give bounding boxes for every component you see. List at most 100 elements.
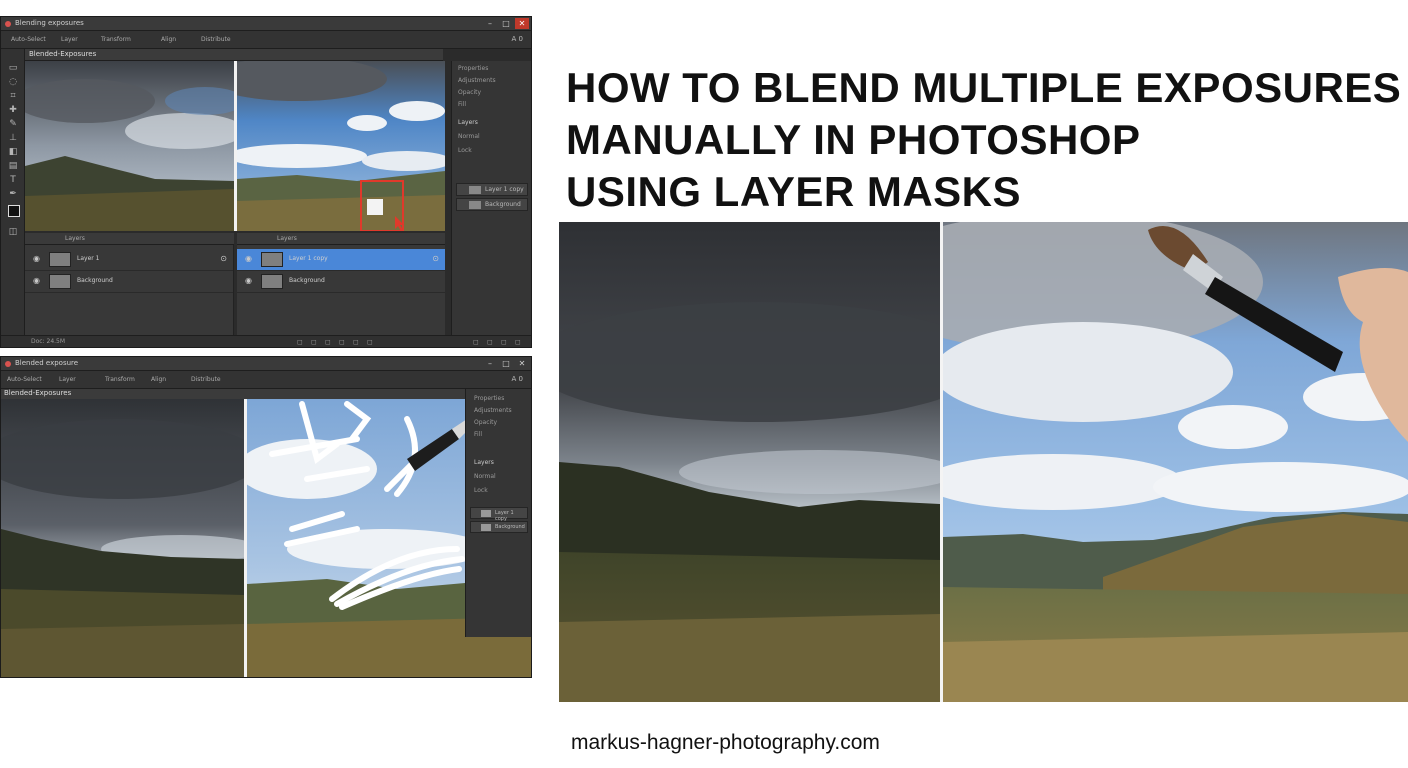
- layer-name: Background: [485, 201, 521, 208]
- brush-tool-icon[interactable]: ✎: [8, 119, 18, 129]
- article-headline: HOW TO BLEND MULTIPLE EXPOSURES MANUALLY…: [566, 62, 1401, 218]
- layers-panel-left: ◉ Layer 1 ⊙ ◉ Background: [25, 245, 234, 337]
- text-tool-icon[interactable]: T: [8, 175, 18, 185]
- status-text: Doc: 24.5M: [31, 338, 66, 345]
- photoshop-screenshot-bottom: Blended exposure – □ ✕ Auto-Select Layer…: [0, 356, 532, 678]
- document-tab[interactable]: Blended-Exposures: [29, 50, 96, 58]
- trash-icon[interactable]: ◻: [367, 338, 373, 346]
- new-layer-icon[interactable]: ◻: [353, 338, 359, 346]
- window-title: Blending exposures: [15, 19, 84, 27]
- document-tab[interactable]: Blended-Exposures: [4, 389, 71, 397]
- close-button[interactable]: ✕: [515, 18, 529, 29]
- panel-row-opacity[interactable]: Opacity: [458, 89, 481, 96]
- option-distribute[interactable]: Distribute: [191, 376, 221, 383]
- panel-layer-row[interactable]: Background: [456, 198, 528, 211]
- layer-name: Background: [77, 277, 113, 284]
- folder-icon[interactable]: ◻: [339, 338, 345, 346]
- maximize-button[interactable]: □: [499, 358, 513, 369]
- panel-icon[interactable]: ◻: [501, 338, 507, 346]
- option-layer[interactable]: Layer: [61, 36, 78, 43]
- panel-row-layers[interactable]: Layers: [458, 119, 478, 126]
- gradient-tool-icon[interactable]: ▤: [8, 161, 18, 171]
- eye-icon[interactable]: ◉: [245, 276, 252, 285]
- mask-icon[interactable]: ◻: [311, 338, 317, 346]
- pen-tool-icon[interactable]: ✒: [8, 189, 18, 199]
- link-icon: ⊙: [220, 254, 227, 263]
- panel-icon[interactable]: ◻: [487, 338, 493, 346]
- layer-thumbnail: [469, 186, 481, 194]
- layer-name: Layer 1 copy: [289, 255, 328, 262]
- options-bar: Auto-Select Layer Transform Align Distri…: [1, 371, 531, 389]
- panel-row-properties[interactable]: Properties: [458, 65, 488, 72]
- move-tool-icon[interactable]: ▭: [8, 63, 18, 73]
- panel-row-lock[interactable]: Lock: [474, 487, 488, 494]
- fx-icon[interactable]: ◻: [297, 338, 303, 346]
- layer-row[interactable]: ◉ Background: [25, 271, 233, 293]
- option-auto-select[interactable]: Auto-Select: [7, 376, 42, 383]
- option-distribute[interactable]: Distribute: [201, 36, 231, 43]
- panel-row-opacity[interactable]: Opacity: [474, 419, 497, 426]
- layers-header-label: Layers: [65, 235, 85, 242]
- status-bar: Doc: 24.5M ◻ ◻ ◻ ◻ ◻ ◻ ◻ ◻ ◻ ◻: [1, 335, 531, 347]
- headline-line: MANUALLY IN PHOTOSHOP: [566, 116, 1141, 163]
- option-layer[interactable]: Layer: [59, 376, 76, 383]
- panel-layer-row[interactable]: Layer 1 copy: [470, 507, 528, 522]
- canvas-bright-exposure[interactable]: [237, 61, 445, 231]
- layer-name: Background: [289, 277, 325, 284]
- maximize-button[interactable]: □: [499, 18, 513, 29]
- minimize-button[interactable]: –: [483, 358, 497, 369]
- eye-icon[interactable]: ◉: [33, 254, 40, 263]
- layer-row[interactable]: ◉ Layer 1 ⊙: [25, 249, 233, 271]
- close-button[interactable]: ✕: [515, 358, 529, 369]
- option-auto-select[interactable]: Auto-Select: [11, 36, 46, 43]
- document-tab-bar: Blended-Exposures: [1, 389, 465, 399]
- color-swatch-icon[interactable]: [8, 205, 20, 217]
- panel-layer-row[interactable]: Background: [470, 521, 528, 533]
- panel-row-fill[interactable]: Fill: [474, 431, 482, 438]
- eraser-tool-icon[interactable]: ◧: [8, 147, 18, 157]
- adjustment-icon[interactable]: ◻: [325, 338, 331, 346]
- minimize-button[interactable]: –: [483, 18, 497, 29]
- eye-icon[interactable]: ◉: [33, 276, 40, 285]
- option-transform[interactable]: Transform: [105, 376, 135, 383]
- canvas-dark-exposure[interactable]: [25, 61, 234, 231]
- article-hero: Blending exposures – □ ✕ Auto-Select Lay…: [0, 0, 1408, 768]
- panel-row-normal[interactable]: Normal: [474, 473, 496, 480]
- layer-thumbnail: [49, 274, 71, 289]
- tools-panel: ▭ ◌ ⌗ ✚ ✎ ⊥ ◧ ▤ T ✒ ◫: [1, 49, 25, 337]
- panel-icon[interactable]: ◻: [515, 338, 521, 346]
- quick-mask-icon[interactable]: ◫: [8, 227, 18, 237]
- layer-thumbnail: [261, 274, 283, 289]
- panel-row-normal[interactable]: Normal: [458, 133, 480, 140]
- panel-row-layers[interactable]: Layers: [474, 459, 494, 466]
- layer-name: Layer 1: [77, 255, 100, 262]
- healing-tool-icon[interactable]: ✚: [8, 105, 18, 115]
- photoshop-screenshot-top: Blending exposures – □ ✕ Auto-Select Lay…: [0, 16, 532, 348]
- layer-row-selected[interactable]: ◉ Layer 1 copy ⊙: [237, 249, 445, 271]
- layer-thumbnail: [469, 201, 481, 209]
- panel-row-adjustments[interactable]: Adjustments: [474, 407, 512, 414]
- window-titlebar: Blending exposures – □ ✕: [1, 17, 531, 31]
- panel-layer-row[interactable]: Layer 1 copy: [456, 183, 528, 196]
- panel-row-lock[interactable]: Lock: [458, 147, 472, 154]
- layer-row[interactable]: ◉ Background: [237, 271, 445, 293]
- layer-thumbnail: [261, 252, 283, 267]
- panel-row-adjustments[interactable]: Adjustments: [458, 77, 496, 84]
- layer-thumbnail: [481, 510, 491, 517]
- website-url[interactable]: markus-hagner-photography.com: [571, 731, 880, 755]
- stamp-tool-icon[interactable]: ⊥: [8, 133, 18, 143]
- option-transform[interactable]: Transform: [101, 36, 131, 43]
- crop-tool-icon[interactable]: ⌗: [8, 91, 18, 101]
- option-align[interactable]: Align: [151, 376, 166, 383]
- option-align[interactable]: Align: [161, 36, 176, 43]
- lasso-tool-icon[interactable]: ◌: [8, 77, 18, 87]
- panel-icon[interactable]: ◻: [473, 338, 479, 346]
- canvas-dark-exposure[interactable]: [1, 399, 244, 677]
- dark-exposure-photo: [559, 222, 940, 702]
- eye-icon[interactable]: ◉: [245, 254, 252, 263]
- panel-row-properties[interactable]: Properties: [474, 395, 504, 402]
- layers-panel-header-right: Layers: [237, 233, 445, 245]
- layer-name: Background: [495, 524, 525, 530]
- app-icon: [5, 361, 11, 367]
- panel-row-fill[interactable]: Fill: [458, 101, 466, 108]
